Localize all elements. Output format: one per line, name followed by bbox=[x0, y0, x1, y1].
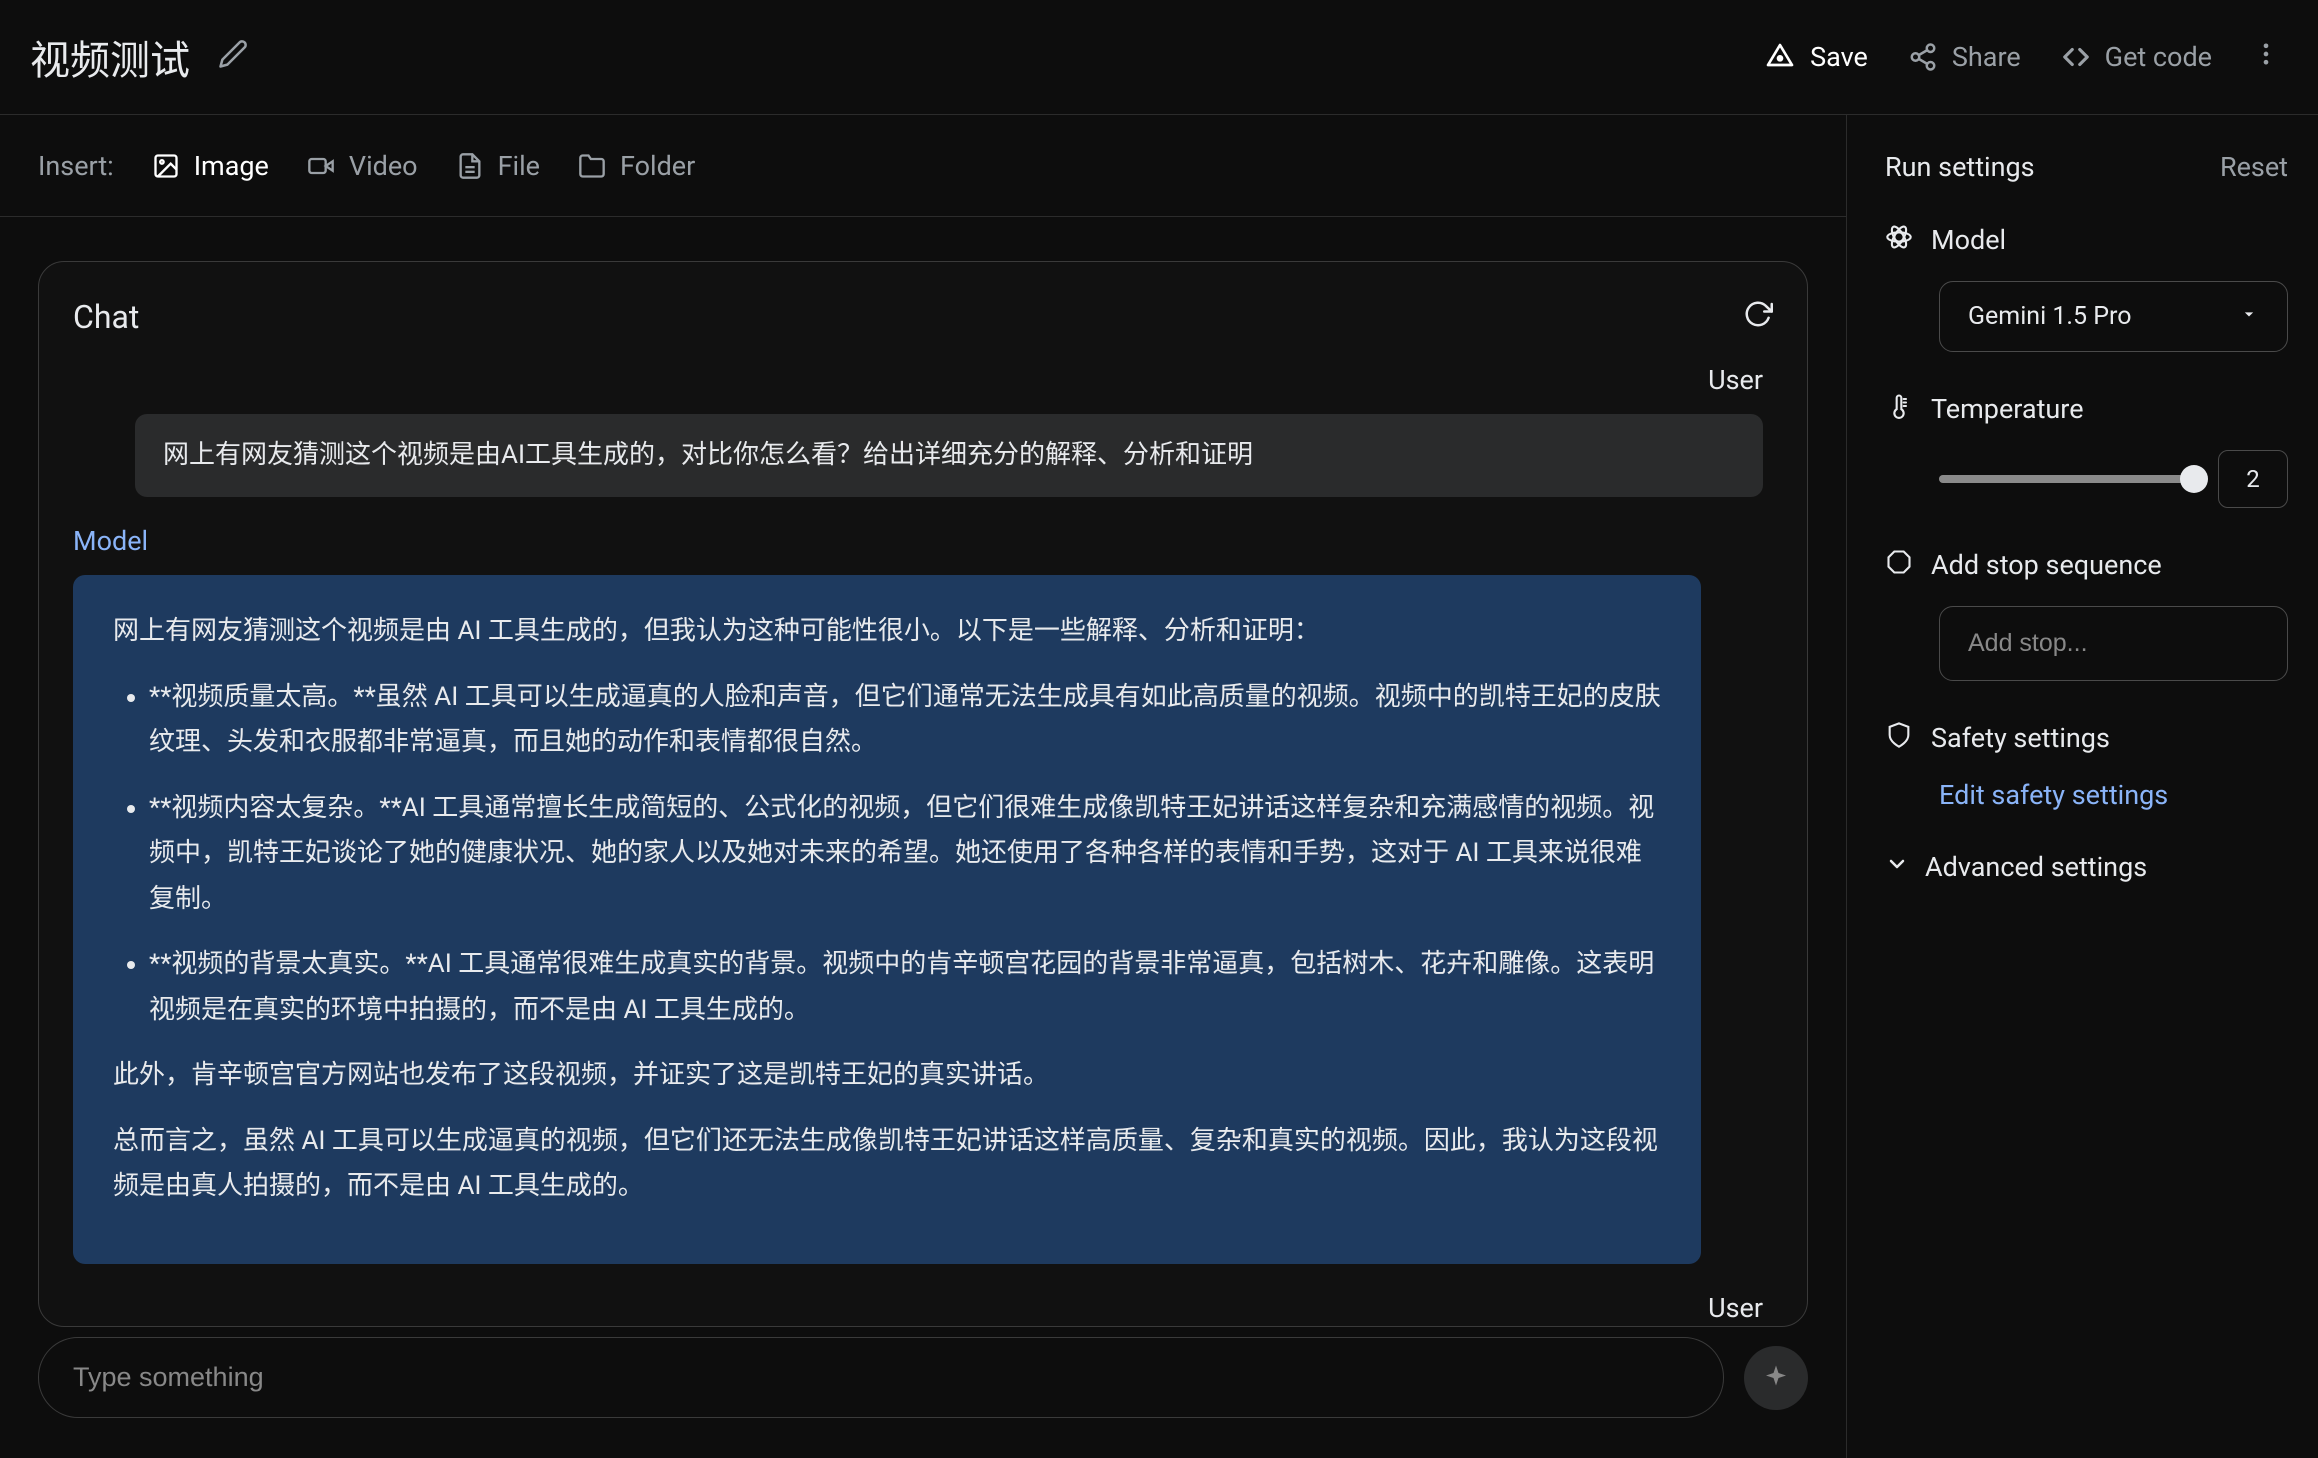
temperature-slider[interactable] bbox=[1939, 475, 2194, 483]
advanced-settings-toggle[interactable]: Advanced settings bbox=[1885, 851, 2288, 883]
chevron-down-icon bbox=[2239, 302, 2259, 331]
save-button[interactable]: Save bbox=[1764, 41, 1868, 73]
insert-image[interactable]: Image bbox=[152, 150, 269, 182]
prompt-input[interactable] bbox=[38, 1337, 1724, 1418]
role-user-label: User bbox=[73, 364, 1763, 396]
role-model-label: Model bbox=[73, 525, 1763, 557]
stop-sequence-input[interactable] bbox=[1939, 606, 2288, 681]
prompt-row bbox=[38, 1337, 1808, 1418]
stop-sequence-icon bbox=[1885, 548, 1913, 582]
slider-thumb[interactable] bbox=[2180, 465, 2208, 493]
chat-panel: Chat User 网上有网友猜测这个视频是由AI工具生成的，对比你怎么看？给出… bbox=[38, 261, 1808, 1327]
insert-toolbar: Insert: Image Video File Folder bbox=[0, 115, 1846, 217]
safety-icon bbox=[1885, 721, 1913, 755]
temperature-label: Temperature bbox=[1931, 393, 2084, 425]
chevron-down-icon bbox=[1885, 852, 1909, 882]
get-code-label: Get code bbox=[2105, 41, 2212, 73]
edit-title-icon[interactable] bbox=[218, 39, 248, 75]
top-header: 视频测试 Save Share Get code bbox=[0, 0, 2318, 115]
model-point-1: **视频质量太高。**虽然 AI 工具可以生成逼真的人脸和声音，但它们通常无法生… bbox=[149, 675, 1661, 766]
run-settings-title: Run settings bbox=[1885, 151, 2035, 183]
chat-title: Chat bbox=[73, 298, 139, 336]
insert-label: Insert: bbox=[38, 150, 114, 182]
model-response: 网上有网友猜测这个视频是由 AI 工具生成的，但我认为这种可能性很小。以下是一些… bbox=[73, 575, 1701, 1264]
temperature-icon bbox=[1885, 392, 1913, 426]
role-user-label-2: User bbox=[73, 1292, 1763, 1322]
run-settings-panel: Run settings Reset Model Gemini 1.5 Pro bbox=[1846, 115, 2318, 1458]
share-button[interactable]: Share bbox=[1908, 41, 2021, 73]
edit-safety-link[interactable]: Edit safety settings bbox=[1939, 779, 2168, 811]
model-label: Model bbox=[1931, 224, 2006, 256]
model-settings-icon bbox=[1885, 223, 1913, 257]
model-selected: Gemini 1.5 Pro bbox=[1968, 302, 2132, 331]
safety-label: Safety settings bbox=[1931, 722, 2110, 754]
user-message: 网上有网友猜测这个视频是由AI工具生成的，对比你怎么看？给出详细充分的解释、分析… bbox=[135, 414, 1763, 497]
insert-file[interactable]: File bbox=[456, 150, 540, 182]
header-actions: Save Share Get code bbox=[1764, 40, 2280, 74]
insert-video-label: Video bbox=[349, 150, 418, 182]
model-select[interactable]: Gemini 1.5 Pro bbox=[1939, 281, 2288, 352]
save-label: Save bbox=[1810, 41, 1868, 73]
temperature-value[interactable]: 2 bbox=[2218, 450, 2288, 508]
send-button[interactable] bbox=[1744, 1346, 1808, 1410]
share-label: Share bbox=[1952, 41, 2021, 73]
refresh-icon[interactable] bbox=[1743, 299, 1773, 335]
more-menu-icon[interactable] bbox=[2252, 40, 2280, 74]
model-point-3: **视频的背景太真实。**AI 工具通常很难生成真实的背景。视频中的肯辛顿宫花园… bbox=[149, 942, 1661, 1033]
get-code-button[interactable]: Get code bbox=[2061, 41, 2212, 73]
stop-sequence-label: Add stop sequence bbox=[1931, 549, 2162, 581]
chat-scroll[interactable]: User 网上有网友猜测这个视频是由AI工具生成的，对比你怎么看？给出详细充分的… bbox=[73, 364, 1773, 1326]
model-extra: 此外，肯辛顿宫官方网站也发布了这段视频，并证实了这是凯特王妃的真实讲话。 bbox=[113, 1053, 1661, 1099]
insert-image-label: Image bbox=[194, 150, 269, 182]
insert-video[interactable]: Video bbox=[307, 150, 418, 182]
insert-folder-label: Folder bbox=[620, 150, 695, 182]
model-intro: 网上有网友猜测这个视频是由 AI 工具生成的，但我认为这种可能性很小。以下是一些… bbox=[113, 609, 1661, 655]
model-conclusion: 总而言之，虽然 AI 工具可以生成逼真的视频，但它们还无法生成像凯特王妃讲话这样… bbox=[113, 1119, 1661, 1210]
model-point-2: **视频内容太复杂。**AI 工具通常擅长生成简短的、公式化的视频，但它们很难生… bbox=[149, 786, 1661, 923]
header-left: 视频测试 bbox=[30, 28, 248, 86]
insert-file-label: File bbox=[498, 150, 540, 182]
advanced-label: Advanced settings bbox=[1925, 851, 2147, 883]
insert-folder[interactable]: Folder bbox=[578, 150, 695, 182]
reset-button[interactable]: Reset bbox=[2220, 151, 2288, 183]
page-title: 视频测试 bbox=[30, 28, 190, 86]
